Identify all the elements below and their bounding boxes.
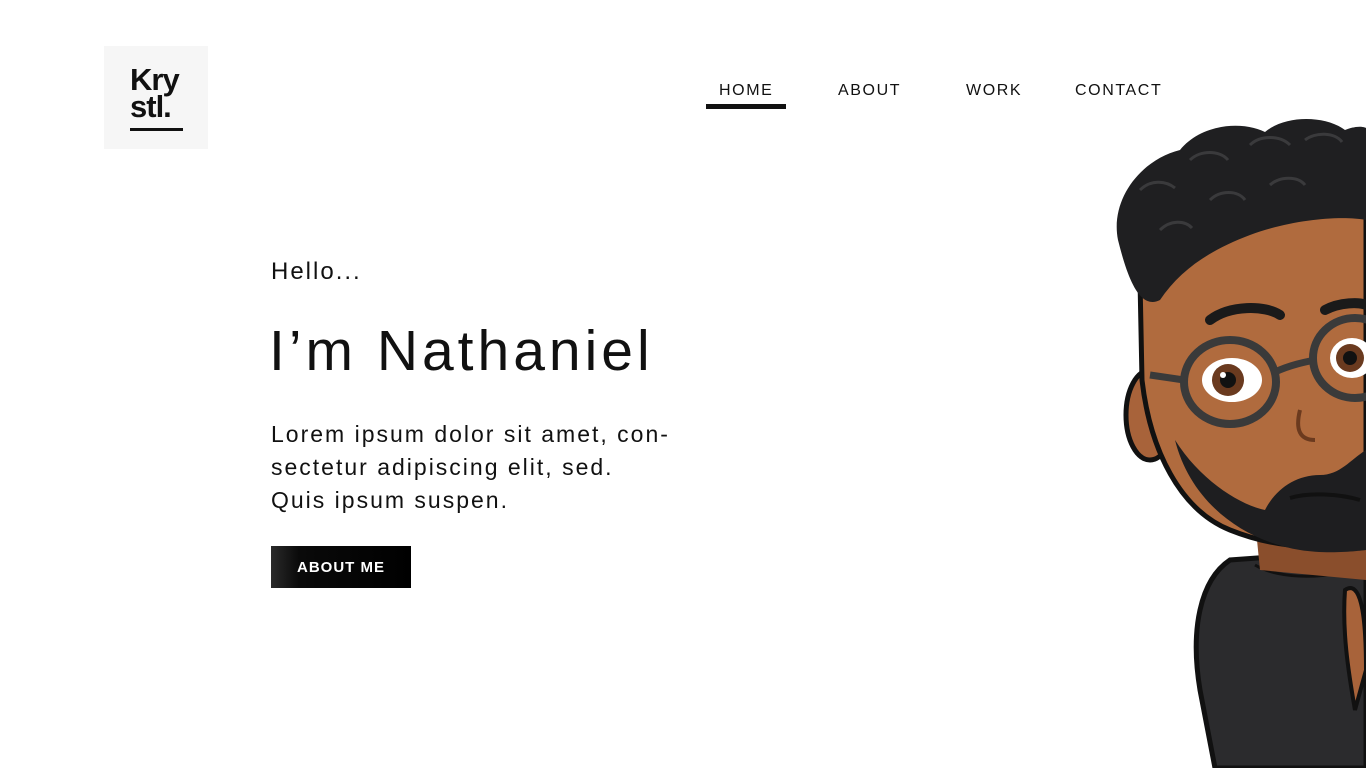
about-me-button[interactable]: ABOUT ME: [271, 546, 411, 588]
nav-item-label: WORK: [966, 82, 1023, 99]
hero-headline: I’m Nathaniel: [269, 319, 654, 383]
logo-underline: [130, 128, 183, 131]
logo-line-2: stl.: [130, 89, 172, 124]
hero-intro-line: Quis ipsum suspen.: [271, 487, 509, 513]
hero-greeting: Hello...: [271, 258, 362, 285]
hero-intro-line: sectetur adipiscing elit, sed.: [271, 454, 614, 480]
nav-item-home[interactable]: HOME: [706, 80, 787, 109]
logo[interactable]: Kry stl.: [104, 46, 208, 149]
nav-item-label: ABOUT: [838, 82, 902, 99]
nav-item-label: HOME: [719, 82, 774, 99]
nav-item-contact[interactable]: CONTACT: [1075, 80, 1162, 102]
nav-item-work[interactable]: WORK: [966, 80, 1022, 102]
page: Kry stl. HOME ABOUT WORK CONTACT Hello..…: [0, 0, 1366, 768]
nav-active-indicator: [706, 104, 787, 109]
hero-intro-line: Lorem ipsum dolor sit amet, con-: [271, 421, 670, 447]
nav-item-about[interactable]: ABOUT: [838, 80, 901, 102]
hero-intro: Lorem ipsum dolor sit amet, con- sectetu…: [271, 418, 741, 517]
nav-item-label: CONTACT: [1075, 82, 1163, 99]
logo-text: Kry stl.: [130, 64, 190, 124]
bitmoji-avatar-icon: [1116, 118, 1366, 768]
